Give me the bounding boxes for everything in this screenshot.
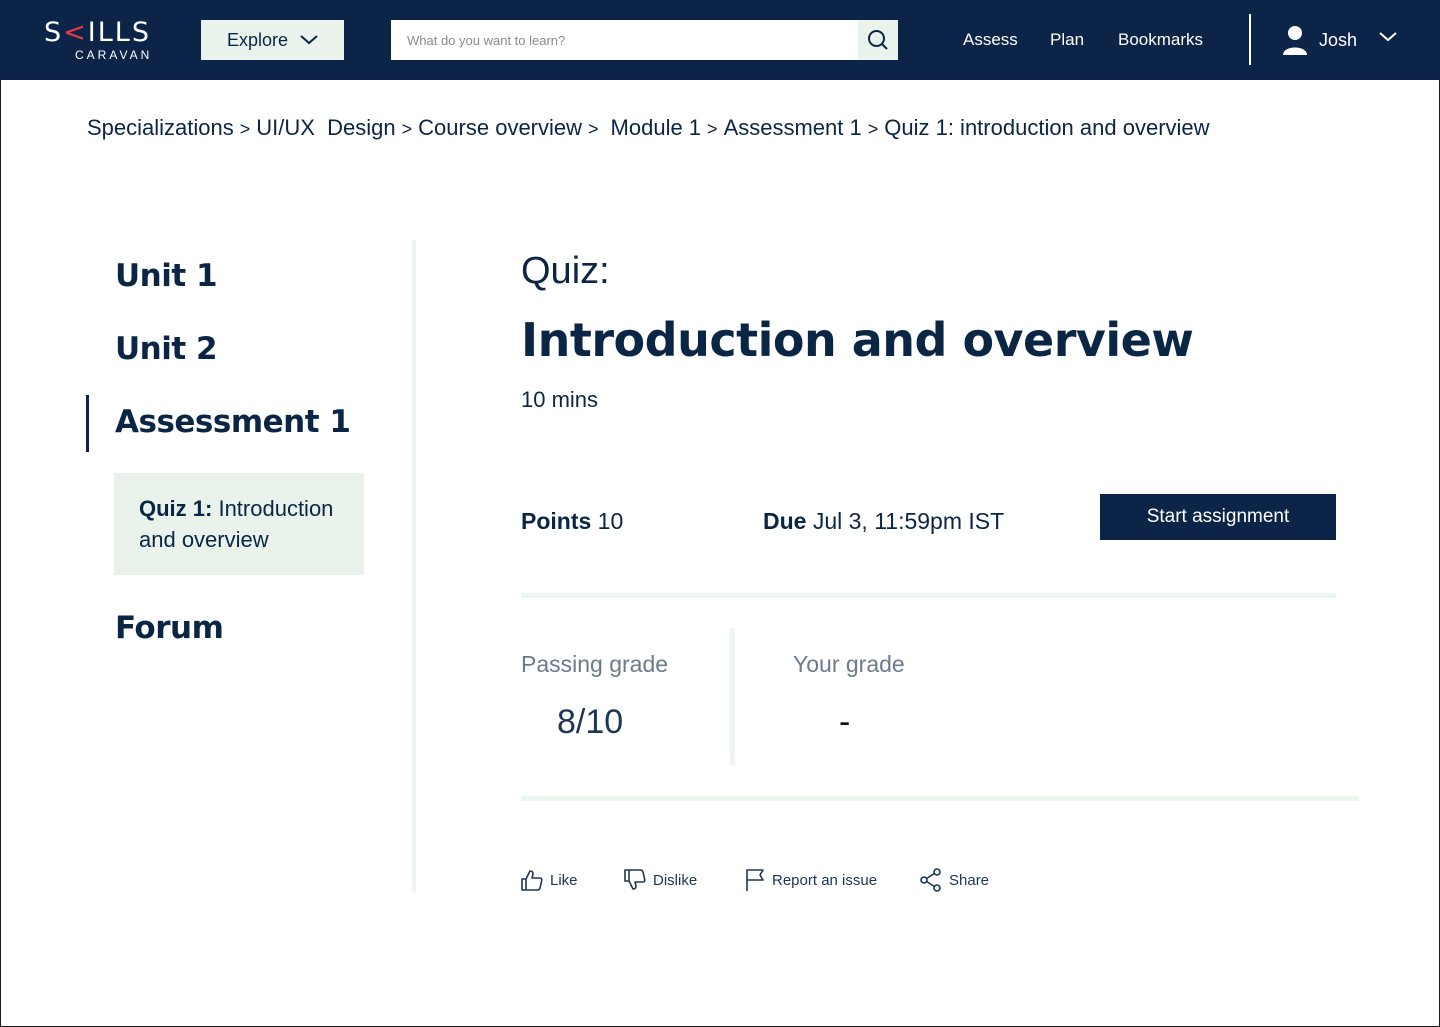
user-menu[interactable]: Josh [1281,24,1357,56]
content-type-label: Quiz: [521,250,610,292]
like-button[interactable]: Like [521,866,578,894]
breadcrumb-separator: > [867,119,879,139]
due-value: Jul 3, 11:59pm IST [812,508,1005,534]
report-issue-button[interactable]: Report an issue [745,866,877,894]
search-icon [868,30,888,50]
breadcrumb-uiux-design[interactable]: UI/UX Design [256,115,395,140]
sidebar-item-forum[interactable]: Forum [115,610,224,646]
quiz-duration: 10 mins [521,387,599,412]
breadcrumb-course-overview[interactable]: Course overview [418,115,582,140]
thumbs-down-icon [624,869,646,890]
your-grade-label: Your grade [793,651,905,677]
sidebar-divider [412,240,416,892]
chevron-down-icon[interactable] [1378,31,1398,43]
points-value: 10 [597,508,624,534]
sidebar-item-unit-2[interactable]: Unit 2 [115,331,218,367]
section-divider [521,796,1359,801]
section-divider [521,593,1336,598]
sidebar-active-indicator [86,395,89,452]
grade-divider [730,628,735,765]
nav-link-bookmarks[interactable]: Bookmarks [1118,30,1203,50]
search-input[interactable] [391,20,858,60]
sidebar-item-unit-1[interactable]: Unit 1 [115,258,218,294]
flag-icon [746,869,764,891]
dislike-button[interactable]: Dislike [624,866,697,894]
report-label: Report an issue [772,871,878,889]
breadcrumb-separator: > [239,119,251,139]
dislike-label: Dislike [653,871,698,889]
share-icon [920,868,941,892]
due-label: Due [763,508,807,534]
nav-divider [1249,14,1251,65]
share-label: Share [949,871,990,889]
nav-link-assess[interactable]: Assess [963,30,1018,50]
page-title: Introduction and overview [521,313,1194,367]
your-grade-value: - [839,703,851,741]
points-label: Points [521,508,592,534]
logo-wordmark: S<ILLS [44,17,151,48]
breadcrumb-separator: > [588,119,599,139]
breadcrumb: Specializations > UI/UX Design > Course over… [87,113,1210,144]
breadcrumb-assessment-1[interactable]: Assessment 1 [724,115,862,140]
explore-dropdown[interactable]: Explore [201,20,344,60]
sidebar-quiz-number: Quiz 1: [139,496,213,521]
search-button[interactable] [858,20,898,60]
explore-label: Explore [226,29,289,50]
breadcrumb-separator: > [707,119,718,139]
passing-grade-label: Passing grade [521,651,669,677]
quiz-due-date: Due Jul 3, 11:59pm IST [763,506,1004,536]
search-bar [391,20,898,60]
passing-grade-value: 8/10 [557,703,624,741]
thumbs-up-icon [521,870,543,891]
skills-caravan-logo[interactable]: S<ILLS CARAVAN [44,18,164,66]
breadcrumb-quiz-1[interactable]: Quiz 1: introduction and overview [884,115,1209,140]
start-assignment-button[interactable]: Start assignment [1100,494,1336,540]
chevron-down-icon [300,35,318,45]
quiz-points: Points 10 [521,506,623,536]
share-button[interactable]: Share [920,866,989,894]
breadcrumb-separator: > [401,119,413,139]
logo-subtitle: CARAVAN [75,48,153,62]
breadcrumb-module-1[interactable]: Module 1 [611,115,702,140]
like-label: Like [550,871,578,889]
breadcrumb-specializations[interactable]: Specializations [87,115,234,140]
sidebar-item-assessment-1[interactable]: Assessment 1 [115,404,351,440]
top-navbar: S<ILLS CARAVAN Explore Assess Plan Bookm… [0,0,1440,80]
nav-link-plan[interactable]: Plan [1050,30,1084,50]
user-avatar-icon [1283,26,1307,55]
sidebar-item-quiz-1[interactable]: Quiz 1: Introduction and overview [114,473,364,575]
user-name: Josh [1319,29,1358,50]
